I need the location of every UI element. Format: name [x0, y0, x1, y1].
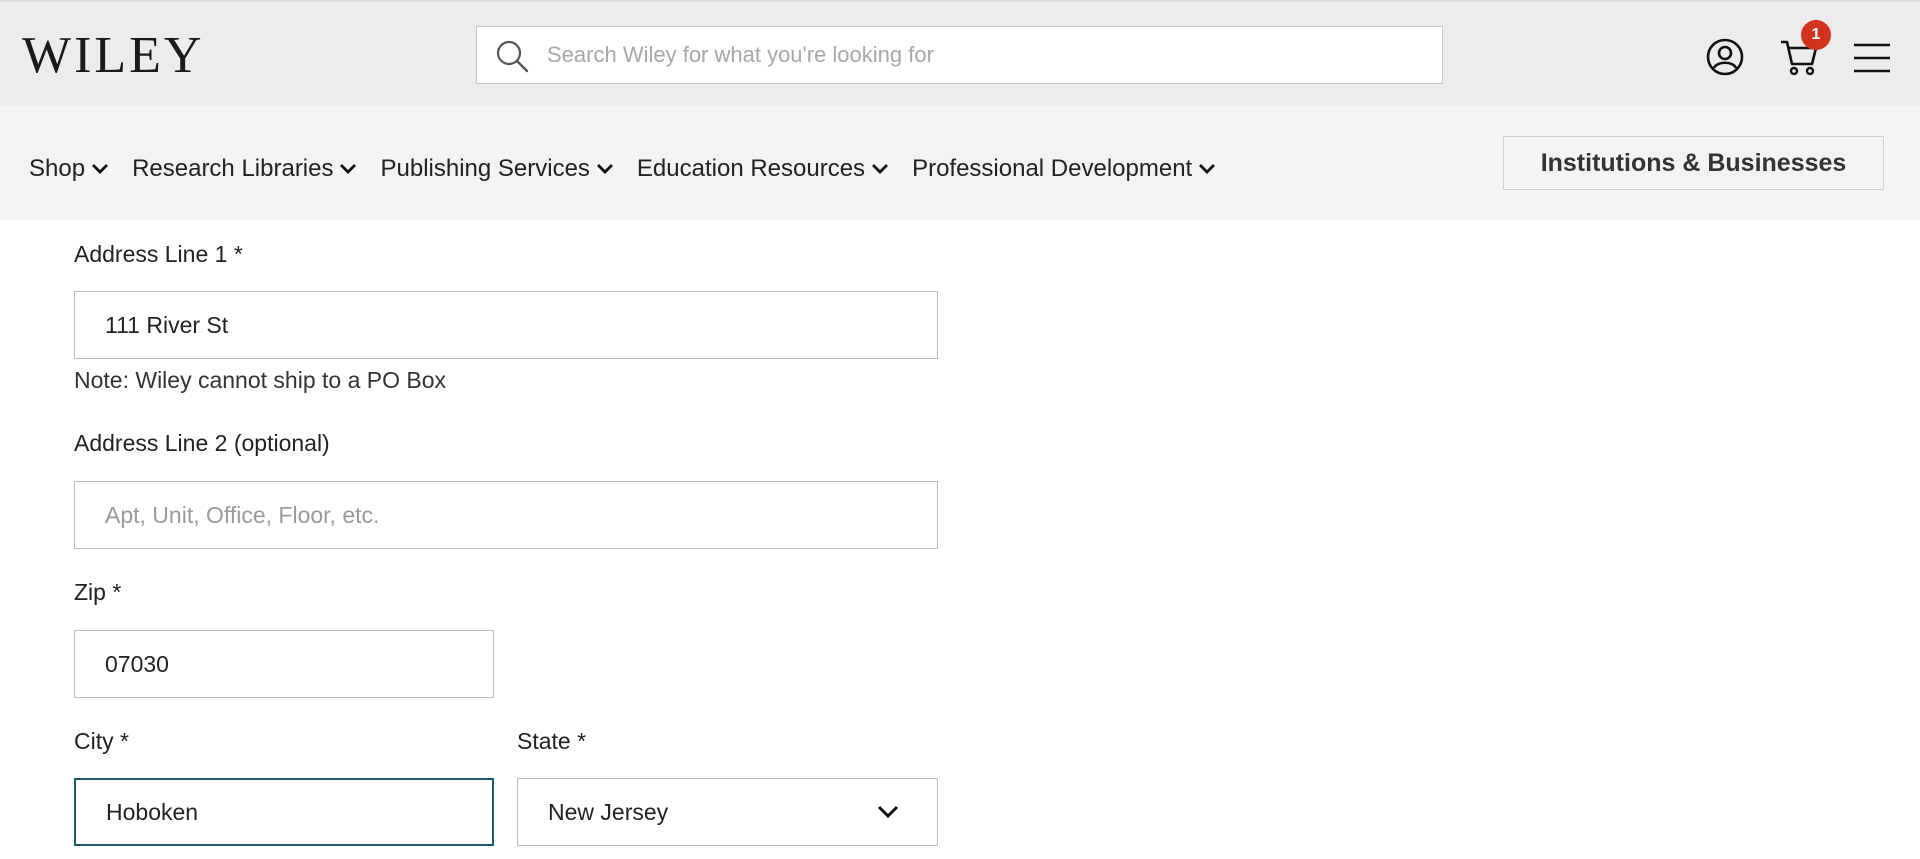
po-box-note: Note: Wiley cannot ship to a PO Box: [74, 367, 447, 393]
wiley-logo[interactable]: WILEY: [22, 26, 204, 86]
main-nav: Shop Research Libraries Publishing Servi…: [0, 106, 1920, 220]
nav-item-label: Shop: [29, 155, 86, 182]
nav-item-label: Professional Development: [912, 155, 1193, 182]
search-icon[interactable]: [495, 39, 529, 73]
address-line-2-label: Address Line 2 (optional): [74, 430, 330, 456]
nav-item-education-resources[interactable]: Education Resources: [637, 150, 889, 188]
nav-item-publishing-services[interactable]: Publishing Services: [380, 150, 613, 188]
chevron-down-icon: [877, 805, 899, 819]
address-line-2-input[interactable]: [74, 481, 938, 549]
nav-item-label: Research Libraries: [132, 155, 334, 182]
nav-item-label: Education Resources: [636, 155, 866, 182]
search-bar[interactable]: [476, 26, 1443, 84]
search-input[interactable]: [547, 27, 1427, 83]
cart-count-badge: 1: [1801, 20, 1831, 50]
account-icon[interactable]: [1706, 38, 1744, 76]
address-line-1-label: Address Line 1 *: [74, 241, 243, 267]
chevron-down-icon: [340, 164, 357, 174]
chevron-down-icon: [1199, 164, 1216, 174]
nav-item-professional-development[interactable]: Professional Development: [912, 150, 1216, 188]
hamburger-menu-icon[interactable]: [1853, 42, 1891, 74]
city-input[interactable]: [74, 778, 494, 846]
chevron-down-icon: [872, 164, 889, 174]
nav-item-shop[interactable]: Shop: [29, 150, 109, 188]
nav-list: Shop Research Libraries Publishing Servi…: [29, 150, 1239, 188]
zip-label: Zip *: [74, 579, 122, 605]
top-header: WILEY 1: [0, 0, 1920, 106]
city-label: City *: [74, 728, 129, 754]
address-line-1-input[interactable]: [74, 291, 938, 359]
state-label: State *: [517, 728, 587, 754]
zip-input[interactable]: [74, 630, 494, 698]
nav-item-research-libraries[interactable]: Research Libraries: [132, 150, 357, 188]
state-select[interactable]: New Jersey: [517, 778, 938, 846]
state-selected-value: New Jersey: [548, 799, 669, 825]
institutions-businesses-button[interactable]: Institutions & Businesses: [1503, 136, 1884, 190]
nav-item-label: Publishing Services: [380, 155, 590, 182]
chevron-down-icon: [596, 164, 613, 174]
chevron-down-icon: [92, 164, 109, 174]
